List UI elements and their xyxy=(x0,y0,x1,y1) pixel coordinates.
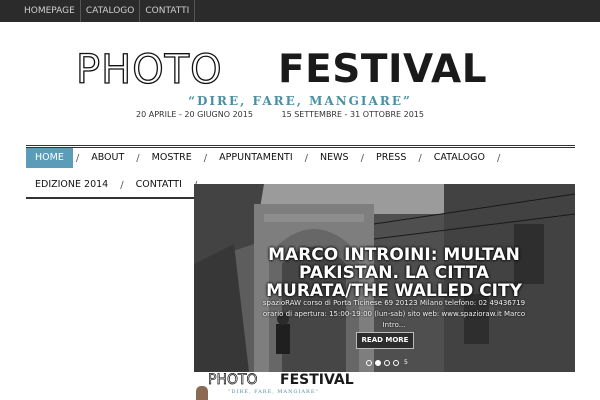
nav-item-press[interactable]: PRESS xyxy=(367,148,415,168)
nav-separator: / xyxy=(75,152,80,164)
logo-dates: 20 APRILE - 20 GIUGNO 2015 15 SETTEMBRE … xyxy=(136,110,424,119)
logo-word-festival: FESTIVAL xyxy=(278,47,488,92)
logo-dates-autumn: 15 SETTEMBRE - 31 OTTOBRE 2015 xyxy=(281,110,424,119)
site-logo-banner[interactable]: PHOTO FESTIVAL “DIRE, FARE, MANGIARE” 20… xyxy=(75,44,524,122)
featured-slider[interactable]: MARCO INTROINI: MULTAN PAKISTAN. LA CITT… xyxy=(194,184,575,372)
thumbnail-portrait xyxy=(196,386,208,400)
nav-separator: / xyxy=(304,152,309,164)
nav-item-edizione-2014[interactable]: EDIZIONE 2014 xyxy=(26,175,117,195)
thumbnail-word-festival: FESTIVAL xyxy=(280,372,354,388)
slider-counter: 5 xyxy=(404,359,408,366)
slider-dot-3[interactable] xyxy=(384,359,390,366)
nav-item-about[interactable]: ABOUT xyxy=(82,148,133,168)
slider-dot-2[interactable] xyxy=(375,359,381,366)
topbar-link-catalogo[interactable]: CATALOGO xyxy=(81,0,141,22)
nav-item-news[interactable]: NEWS xyxy=(311,148,358,168)
logo-tagline: “DIRE, FARE, MANGIARE” xyxy=(188,94,412,108)
slider-pagination: 5 xyxy=(366,359,408,366)
nav-separator: / xyxy=(203,152,208,164)
nav-item-catalogo[interactable]: CATALOGO xyxy=(425,148,494,168)
festival-thumbnail[interactable]: PHOTO FESTIVAL “DIRE, FARE, MANGIARE” xyxy=(194,372,360,400)
logo-word-photo: PHOTO xyxy=(75,47,223,93)
logo-dates-spring: 20 APRILE - 20 GIUGNO 2015 xyxy=(136,110,253,119)
nav-separator: / xyxy=(496,152,501,164)
thumbnail-word-photo: PHOTO xyxy=(208,372,258,388)
topbar-link-homepage[interactable]: HOMEPAGE xyxy=(0,0,81,22)
nav-separator: / xyxy=(360,152,364,164)
nav-row-1: HOME / ABOUT / MOSTRE / APPUNTAMENTI / N… xyxy=(26,148,575,168)
nav-separator: / xyxy=(120,179,124,191)
read-more-button[interactable]: READ MORE xyxy=(356,332,414,349)
nav-bottom-rule xyxy=(26,197,194,199)
top-bar: HOMEPAGE CATALOGO CONTATTI xyxy=(0,0,600,22)
slider-dot-1[interactable] xyxy=(366,359,372,366)
topbar-link-contatti[interactable]: CONTATTI xyxy=(140,0,196,22)
nav-item-home[interactable]: HOME xyxy=(26,148,73,168)
slide-title[interactable]: MARCO INTROINI: MULTAN PAKISTAN. LA CITT… xyxy=(244,246,544,300)
slider-dot-4[interactable] xyxy=(393,359,399,366)
nav-item-contatti[interactable]: CONTATTI xyxy=(127,175,191,195)
nav-item-appuntamenti[interactable]: APPUNTAMENTI xyxy=(210,148,302,168)
thumbnail-tagline: “DIRE, FARE, MANGIARE” xyxy=(228,389,320,395)
nav-separator: / xyxy=(418,152,422,164)
slide-excerpt: spazioRAW corso di Porta Ticinese 69 201… xyxy=(262,299,526,329)
nav-item-mostre[interactable]: MOSTRE xyxy=(143,148,201,168)
nav-separator: / xyxy=(136,152,140,164)
